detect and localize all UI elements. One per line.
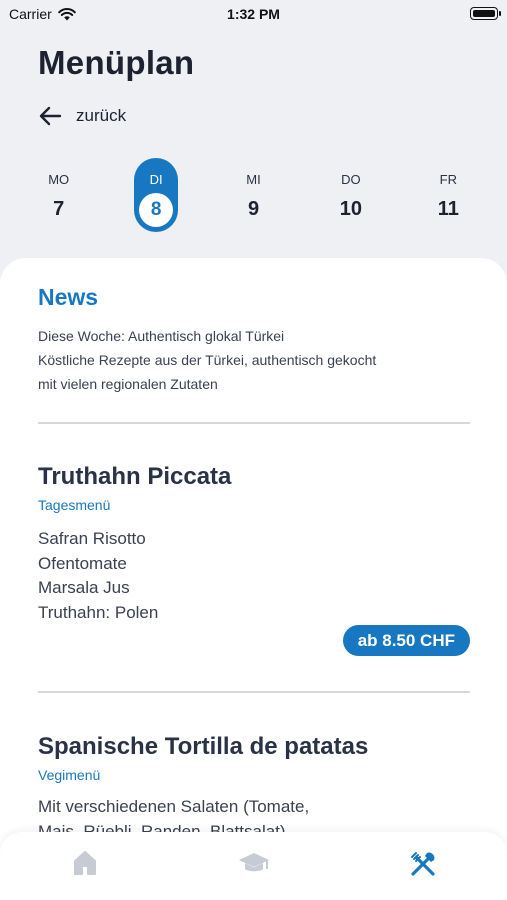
- day-number: 10: [339, 198, 363, 220]
- meal-item: Ofentomate: [38, 553, 127, 573]
- day-tuesday[interactable]: DI 8: [107, 158, 204, 234]
- news-line: Köstliche Rezepte aus der Türkei, authen…: [38, 352, 377, 368]
- meal-title: Truthahn Piccata: [38, 463, 232, 490]
- tab-home[interactable]: [0, 832, 169, 900]
- meal-type: Tagesmenü: [38, 497, 111, 513]
- meal-type: Vegimenü: [38, 767, 101, 783]
- day-selector: MO 7 DI 8 MI 9 DO 10 FR 11: [10, 158, 497, 234]
- news-line: Diese Woche: Authentisch glokal Türkei: [38, 328, 285, 344]
- day-number: 11: [437, 198, 459, 220]
- day-monday[interactable]: MO 7: [10, 158, 107, 234]
- news-text: Diese Woche: Authentisch glokal Türkei K…: [38, 324, 470, 396]
- graduation-cap-icon: [238, 853, 269, 872]
- news-title: News: [38, 284, 99, 310]
- back-label: zurück: [76, 106, 127, 125]
- meal-item: Marsala Jus: [38, 578, 130, 597]
- menu-content[interactable]: News Diese Woche: Authentisch glokal Tür…: [0, 258, 507, 900]
- day-label: MO: [48, 172, 70, 187]
- day-label: DO: [341, 172, 361, 187]
- meal-item: Truthahn: Polen: [38, 602, 159, 622]
- day-number: 8: [139, 193, 174, 227]
- status-bar: Carrier 1:32 PM: [0, 0, 507, 28]
- news-line: mit vielen regionalen Zutaten: [38, 376, 218, 392]
- meal-items: Safran Risotto Ofentomate Marsala Jus Tr…: [38, 527, 158, 625]
- day-label: FR: [439, 172, 457, 187]
- day-number: 7: [53, 198, 65, 220]
- clock: 1:32 PM: [227, 6, 280, 22]
- day-thursday[interactable]: DO 10: [302, 158, 399, 234]
- meal-item: Safran Risotto: [38, 529, 146, 548]
- divider: [38, 422, 470, 424]
- battery-icon: [470, 7, 501, 20]
- meal-item: Mit verschiedenen Salaten (Tomate,: [38, 797, 310, 816]
- tab-bar: [0, 832, 507, 900]
- page-title: Menüplan: [38, 44, 195, 81]
- day-wednesday[interactable]: MI 9: [205, 158, 302, 234]
- home-icon: [73, 851, 96, 875]
- price-badge[interactable]: ab 8.50 CHF: [342, 625, 470, 656]
- arrow-left-icon: [39, 106, 62, 126]
- day-friday[interactable]: FR 11: [400, 158, 497, 234]
- day-number: 9: [247, 198, 260, 220]
- day-label: DI: [149, 172, 163, 187]
- tab-menu[interactable]: [338, 832, 507, 900]
- back-button[interactable]: zurück: [38, 106, 126, 126]
- day-label: MI: [246, 172, 261, 187]
- utensils-icon: [410, 852, 435, 876]
- tab-education[interactable]: [169, 832, 338, 900]
- divider: [38, 691, 470, 693]
- meal-title: Spanische Tortilla de patatas: [38, 733, 369, 760]
